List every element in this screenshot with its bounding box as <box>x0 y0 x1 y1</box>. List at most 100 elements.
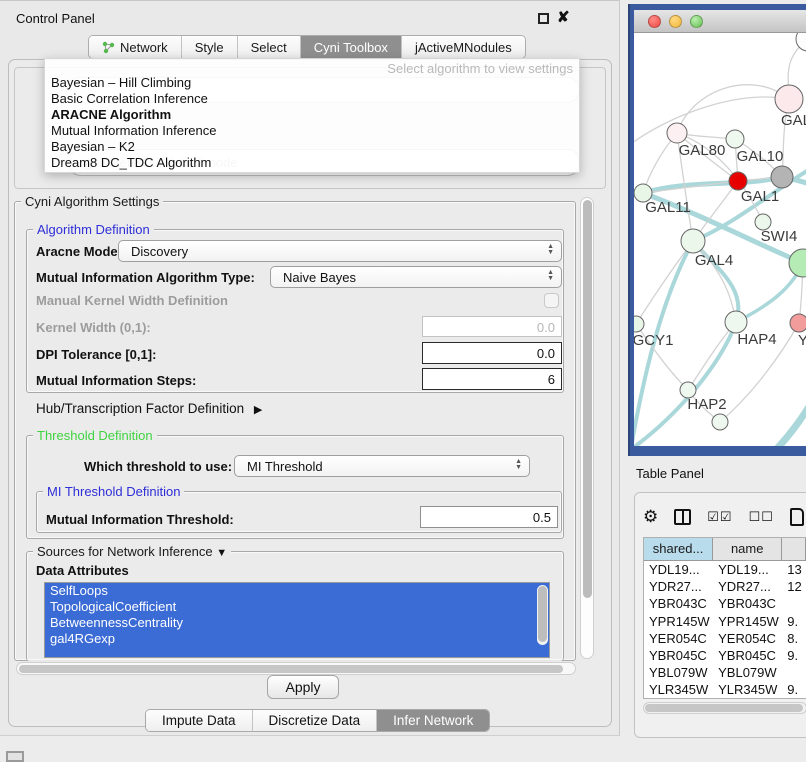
algorithm-option[interactable]: Mutual Information Inference <box>51 123 216 139</box>
tab-label: Impute Data <box>162 713 236 728</box>
document-icon[interactable] <box>790 508 804 526</box>
network-node-gal4[interactable] <box>681 229 705 253</box>
network-view-window: GALGAL80GAL10GAL1GAL11GAL4SWI4GCY1HAP4YH… <box>628 4 806 456</box>
combo-arrows-icon: ▲▼ <box>547 270 554 282</box>
tab-cyni-toolbox[interactable]: Cyni Toolbox <box>301 36 402 58</box>
table-toolbar: ⚙ ☑☑ ☐☐ <box>643 503 806 531</box>
mi-steps-label: Mutual Information Steps: <box>36 373 196 388</box>
table-cell: YBR043C <box>644 595 713 612</box>
network-node-gal10[interactable] <box>726 130 744 148</box>
tab-jactivemnodules[interactable]: jActiveMNodules <box>402 36 525 58</box>
table-row[interactable]: YBR043CYBR043C <box>644 595 806 612</box>
manual-kernel-checkbox[interactable] <box>544 293 559 308</box>
table-row[interactable]: YDL19...YDL19...13 <box>644 561 806 578</box>
network-node-gal80[interactable] <box>667 123 687 143</box>
tab-label: Network <box>120 40 168 55</box>
float-window-icon[interactable] <box>538 13 549 24</box>
node-label: HAP2 <box>687 396 726 413</box>
tab-style[interactable]: Style <box>182 36 238 58</box>
attribute-item-selected[interactable]: gal4RGexp <box>45 631 549 647</box>
table-cell: 9. <box>782 699 806 700</box>
column-header-name[interactable]: name <box>713 538 782 561</box>
tab-network[interactable]: Network <box>89 36 182 58</box>
algorithm-option[interactable]: Basic Correlation Inference <box>51 91 208 107</box>
scrollbar-thumb[interactable] <box>19 665 563 673</box>
column-header-shared-name[interactable]: shared... <box>644 538 713 561</box>
scrollbar-thumb[interactable] <box>645 704 803 712</box>
network-node[interactable] <box>771 166 793 188</box>
select-all-icon[interactable]: ☑☑ <box>707 509 732 525</box>
tab-infer-network[interactable]: Infer Network <box>377 710 489 731</box>
tab-select[interactable]: Select <box>238 36 301 58</box>
sources-toggle[interactable]: Sources for Network Inference ▼ <box>33 544 231 559</box>
network-window-titlebar[interactable] <box>634 10 806 33</box>
table-row[interactable]: YER054CYER054C8. <box>644 630 806 647</box>
settings-horizontal-scrollbar[interactable] <box>16 662 576 675</box>
dpi-tolerance-label: DPI Tolerance [0,1]: <box>36 347 156 362</box>
table-horizontal-scrollbar[interactable] <box>643 702 806 714</box>
gear-icon[interactable]: ⚙ <box>643 507 658 527</box>
node-label: GCY1 <box>634 332 673 349</box>
table-row[interactable]: YDR27...YDR27...12 <box>644 578 806 595</box>
mi-threshold-input[interactable]: 0.5 <box>420 506 558 528</box>
attribute-items: SelfLoopsTopologicalCoefficientBetweenne… <box>45 583 549 647</box>
control-panel-window: Control Panel ✘ Network Style Select Cyn… <box>0 0 620 736</box>
attribute-item-selected[interactable]: BetweennessCentrality <box>45 615 549 631</box>
table-row[interactable]: YIL052CYIL052C9. <box>644 699 806 700</box>
node-label: GAL1 <box>741 188 779 205</box>
scrollbar-thumb[interactable] <box>538 586 547 642</box>
combo-arrows-icon: ▲▼ <box>547 244 554 256</box>
attribute-item-selected[interactable]: TopologicalCoefficient <box>45 599 549 615</box>
node-label: GAL10 <box>737 148 784 165</box>
dpi-tolerance-input[interactable]: 0.0 <box>422 342 562 364</box>
algorithm-option[interactable]: Dream8 DC_TDC Algorithm <box>51 155 211 171</box>
cut-off-icon[interactable] <box>6 751 24 762</box>
aracne-mode-combobox[interactable]: Discovery ▲▼ <box>118 240 562 262</box>
mi-type-combobox[interactable]: Naive Bayes ▲▼ <box>270 266 562 288</box>
algorithm-option[interactable]: Bayesian – K2 <box>51 139 135 155</box>
mac-minimize-icon[interactable] <box>669 15 682 28</box>
table-row[interactable]: YLR345WYLR345W9. <box>644 681 806 698</box>
deselect-all-icon[interactable]: ☐☐ <box>749 509 774 525</box>
tab-label: jActiveMNodules <box>415 40 512 55</box>
close-icon[interactable]: ✘ <box>557 8 570 26</box>
column-header-cutoff[interactable] <box>782 538 806 561</box>
network-canvas[interactable]: GALGAL80GAL10GAL1GAL11GAL4SWI4GCY1HAP4YH… <box>634 33 806 446</box>
tab-label: Cyni Toolbox <box>314 40 388 55</box>
table-row[interactable]: YBL079WYBL079W <box>644 664 806 681</box>
mi-type-label: Mutual Information Algorithm Type: <box>36 270 255 285</box>
algorithm-option[interactable]: ARACNE Algorithm <box>51 107 171 123</box>
network-node-hap4[interactable] <box>725 311 747 333</box>
tab-label: Select <box>251 40 287 55</box>
table-cell: YPR145W <box>713 613 782 630</box>
mi-steps-input[interactable]: 6 <box>422 368 562 390</box>
mac-close-icon[interactable] <box>648 15 661 28</box>
tab-discretize-data[interactable]: Discretize Data <box>253 710 378 731</box>
group-title: Algorithm Definition <box>33 222 154 237</box>
columns-icon[interactable] <box>674 509 691 525</box>
kernel-width-input[interactable]: 0.0 <box>422 316 562 337</box>
table-row[interactable]: YBR045CYBR045C9. <box>644 647 806 664</box>
scrollbar-thumb[interactable] <box>583 200 592 598</box>
network-node-gal[interactable] <box>775 85 803 113</box>
hub-definition-toggle[interactable]: Hub/Transcription Factor Definition ▶ <box>36 401 262 416</box>
combo-arrows-icon: ▲▼ <box>515 459 522 471</box>
table-row[interactable]: YPR145WYPR145W9. <box>644 613 806 630</box>
network-node-y[interactable] <box>790 314 806 332</box>
network-edge <box>750 385 806 446</box>
network-node[interactable] <box>712 414 728 430</box>
apply-button[interactable]: Apply <box>267 675 339 699</box>
tab-impute-data[interactable]: Impute Data <box>146 710 253 731</box>
attribute-item-selected[interactable]: SelfLoops <box>45 583 549 599</box>
window-title: Control Panel <box>16 11 95 26</box>
settings-vertical-scrollbar[interactable] <box>580 197 594 659</box>
which-threshold-combobox[interactable]: MI Threshold ▲▼ <box>234 455 530 477</box>
algorithm-option[interactable]: Bayesian – Hill Climbing <box>51 75 191 91</box>
mac-zoom-icon[interactable] <box>690 15 703 28</box>
network-node[interactable] <box>789 249 806 277</box>
network-node-gcy1[interactable] <box>634 316 644 332</box>
table-header-row: shared... name <box>644 538 806 561</box>
data-attributes-list[interactable]: SelfLoopsTopologicalCoefficientBetweenne… <box>44 582 550 658</box>
table-cell: YLR345W <box>713 681 782 698</box>
list-vertical-scrollbar[interactable] <box>537 585 548 645</box>
